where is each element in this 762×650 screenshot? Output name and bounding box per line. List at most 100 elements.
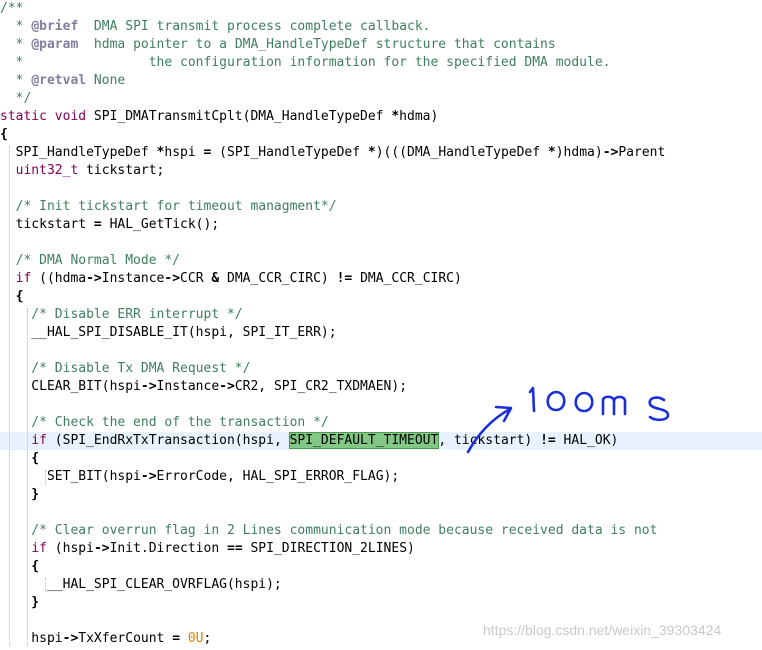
- code-line[interactable]: /* Disable ERR interrupt */: [0, 306, 762, 324]
- code-token: *: [0, 73, 32, 88]
- code-token: *: [391, 109, 400, 124]
- code-line[interactable]: [0, 342, 762, 360]
- code-token: SPI_HandleTypeDef: [0, 145, 157, 160]
- code-token: ->: [86, 271, 102, 286]
- indent-guide: [45, 578, 46, 592]
- code-line[interactable]: }: [0, 486, 762, 504]
- code-token: tickstart: [0, 217, 94, 232]
- code-line[interactable]: SET_BIT(hspi->ErrorCode, HAL_SPI_ERROR_F…: [0, 468, 762, 486]
- code-token: 0U: [187, 631, 204, 646]
- code-token: /* Check the end of the transaction */: [0, 415, 329, 430]
- code-line[interactable]: if ((hdma->Instance->CCR & DMA_CCR_CIRC)…: [0, 270, 762, 288]
- code-token: hspi: [164, 145, 204, 160]
- code-token: DMA_CCR_CIRC): [219, 271, 337, 286]
- code-line[interactable]: __HAL_SPI_DISABLE_IT(hspi, SPI_IT_ERR);: [0, 324, 762, 342]
- code-token: !=: [540, 433, 556, 448]
- code-token: @brief: [31, 19, 79, 34]
- code-token: /**: [0, 1, 24, 16]
- code-token: DMA_CCR_CIRC): [352, 271, 462, 286]
- code-token: __HAL_SPI_CLEAR_OVRFLAG(hspi);: [0, 577, 282, 592]
- code-token: CR2, SPI_CR2_TXDMAEN);: [234, 379, 408, 394]
- code-token: TxXferCount: [78, 631, 173, 646]
- code-token: {: [0, 289, 24, 304]
- code-token: /* Clear overrun flag in 2 Lines communi…: [0, 523, 658, 538]
- code-token: SPI_DIRECTION_2LINES): [242, 541, 415, 556]
- code-line[interactable]: /* Disable Tx DMA Request */: [0, 360, 762, 378]
- code-token: (SPI_EndRxTxTransaction(hspi,: [46, 433, 290, 448]
- code-line[interactable]: [0, 234, 762, 252]
- code-line[interactable]: {: [0, 126, 762, 144]
- code-line[interactable]: * @retval None: [0, 72, 762, 90]
- code-line[interactable]: */: [0, 90, 762, 108]
- code-token: !=: [336, 271, 353, 286]
- indent-guide: [9, 146, 10, 646]
- code-token: HAL_OK): [555, 433, 619, 448]
- code-line[interactable]: [0, 396, 762, 414]
- code-line[interactable]: [0, 180, 762, 198]
- code-token: CCR: [180, 271, 212, 286]
- code-token: Init.Direction: [109, 541, 227, 556]
- code-token: )hdma): [555, 145, 603, 160]
- code-token: CLEAR_BIT(hspi: [0, 379, 141, 394]
- code-line-current[interactable]: if (SPI_EndRxTxTransaction(hspi, SPI_DEF…: [0, 432, 762, 450]
- code-token: ;: [203, 631, 212, 646]
- code-line[interactable]: SPI_HandleTypeDef *hspi = (SPI_HandleTyp…: [0, 144, 762, 162]
- code-token: @retval: [31, 73, 87, 88]
- code-line[interactable]: * the configuration information for the …: [0, 54, 762, 72]
- code-line[interactable]: uint32_t tickstart;: [0, 162, 762, 180]
- code-token: */: [0, 91, 32, 106]
- code-token: Instance: [156, 379, 220, 394]
- code-line[interactable]: {: [0, 450, 762, 468]
- code-token: tickstart;: [78, 163, 165, 178]
- code-token: uint32_t: [15, 163, 79, 178]
- code-line[interactable]: if (hspi->Init.Direction == SPI_DIRECTIO…: [0, 540, 762, 558]
- code-line[interactable]: tickstart = HAL_GetTick();: [0, 216, 762, 234]
- code-token: * the configuration information for the …: [0, 55, 611, 70]
- indent-guide: [27, 308, 28, 646]
- code-token: ->: [93, 541, 110, 556]
- code-token: if: [31, 541, 47, 556]
- code-line[interactable]: /* Init tickstart for timeout managment*…: [0, 198, 762, 216]
- code-line[interactable]: /* Check the end of the transaction */: [0, 414, 762, 432]
- code-line[interactable]: * @param hdma pointer to a DMA_HandleTyp…: [0, 36, 762, 54]
- code-token: HAL_GetTick();: [101, 217, 220, 232]
- code-token: (SPI_HandleTypeDef: [211, 145, 368, 160]
- code-token: ->: [140, 379, 157, 394]
- code-token: }: [0, 595, 40, 610]
- code-token: {: [0, 451, 40, 466]
- code-token: __HAL_SPI_DISABLE_IT(hspi, SPI_IT_ERR);: [0, 325, 337, 340]
- code-token: }: [0, 487, 40, 502]
- code-token: DMA SPI transmit process complete callba…: [78, 19, 431, 34]
- watermark-url: https://blog.csdn.net/weixin_39303424: [483, 622, 722, 638]
- code-token: =: [172, 631, 181, 646]
- code-editor[interactable]: /** * @brief DMA SPI transmit process co…: [0, 0, 762, 650]
- code-line[interactable]: __HAL_SPI_CLEAR_OVRFLAG(hspi);: [0, 576, 762, 594]
- code-token: if: [15, 271, 32, 286]
- code-token: )(((DMA_HandleTypeDef: [375, 145, 548, 160]
- code-line[interactable]: /* DMA Normal Mode */: [0, 252, 762, 270]
- code-token: (hspi: [46, 541, 94, 556]
- code-token: ->: [140, 469, 157, 484]
- code-line[interactable]: {: [0, 288, 762, 306]
- code-token: hdma): [399, 109, 439, 124]
- code-line[interactable]: [0, 504, 762, 522]
- code-token: if: [31, 433, 47, 448]
- code-line[interactable]: }: [0, 594, 762, 612]
- code-line[interactable]: {: [0, 558, 762, 576]
- code-token: ->: [62, 631, 79, 646]
- code-line[interactable]: /**: [0, 0, 762, 18]
- code-token: *: [547, 145, 556, 160]
- code-line[interactable]: * @brief DMA SPI transmit process comple…: [0, 18, 762, 36]
- code-token: /* Disable ERR interrupt */: [0, 307, 243, 322]
- code-line[interactable]: /* Clear overrun flag in 2 Lines communi…: [0, 522, 762, 540]
- code-token: hdma pointer to a DMA_HandleTypeDef stru…: [78, 37, 556, 52]
- code-line[interactable]: static void SPI_DMATransmitCplt(DMA_Hand…: [0, 108, 762, 126]
- code-token: *: [367, 145, 376, 160]
- code-token: SET_BIT(hspi: [0, 469, 141, 484]
- code-line[interactable]: CLEAR_BIT(hspi->Instance->CR2, SPI_CR2_T…: [0, 378, 762, 396]
- code-token: &: [211, 271, 220, 286]
- code-token: None: [86, 73, 126, 88]
- code-token: Instance: [101, 271, 165, 286]
